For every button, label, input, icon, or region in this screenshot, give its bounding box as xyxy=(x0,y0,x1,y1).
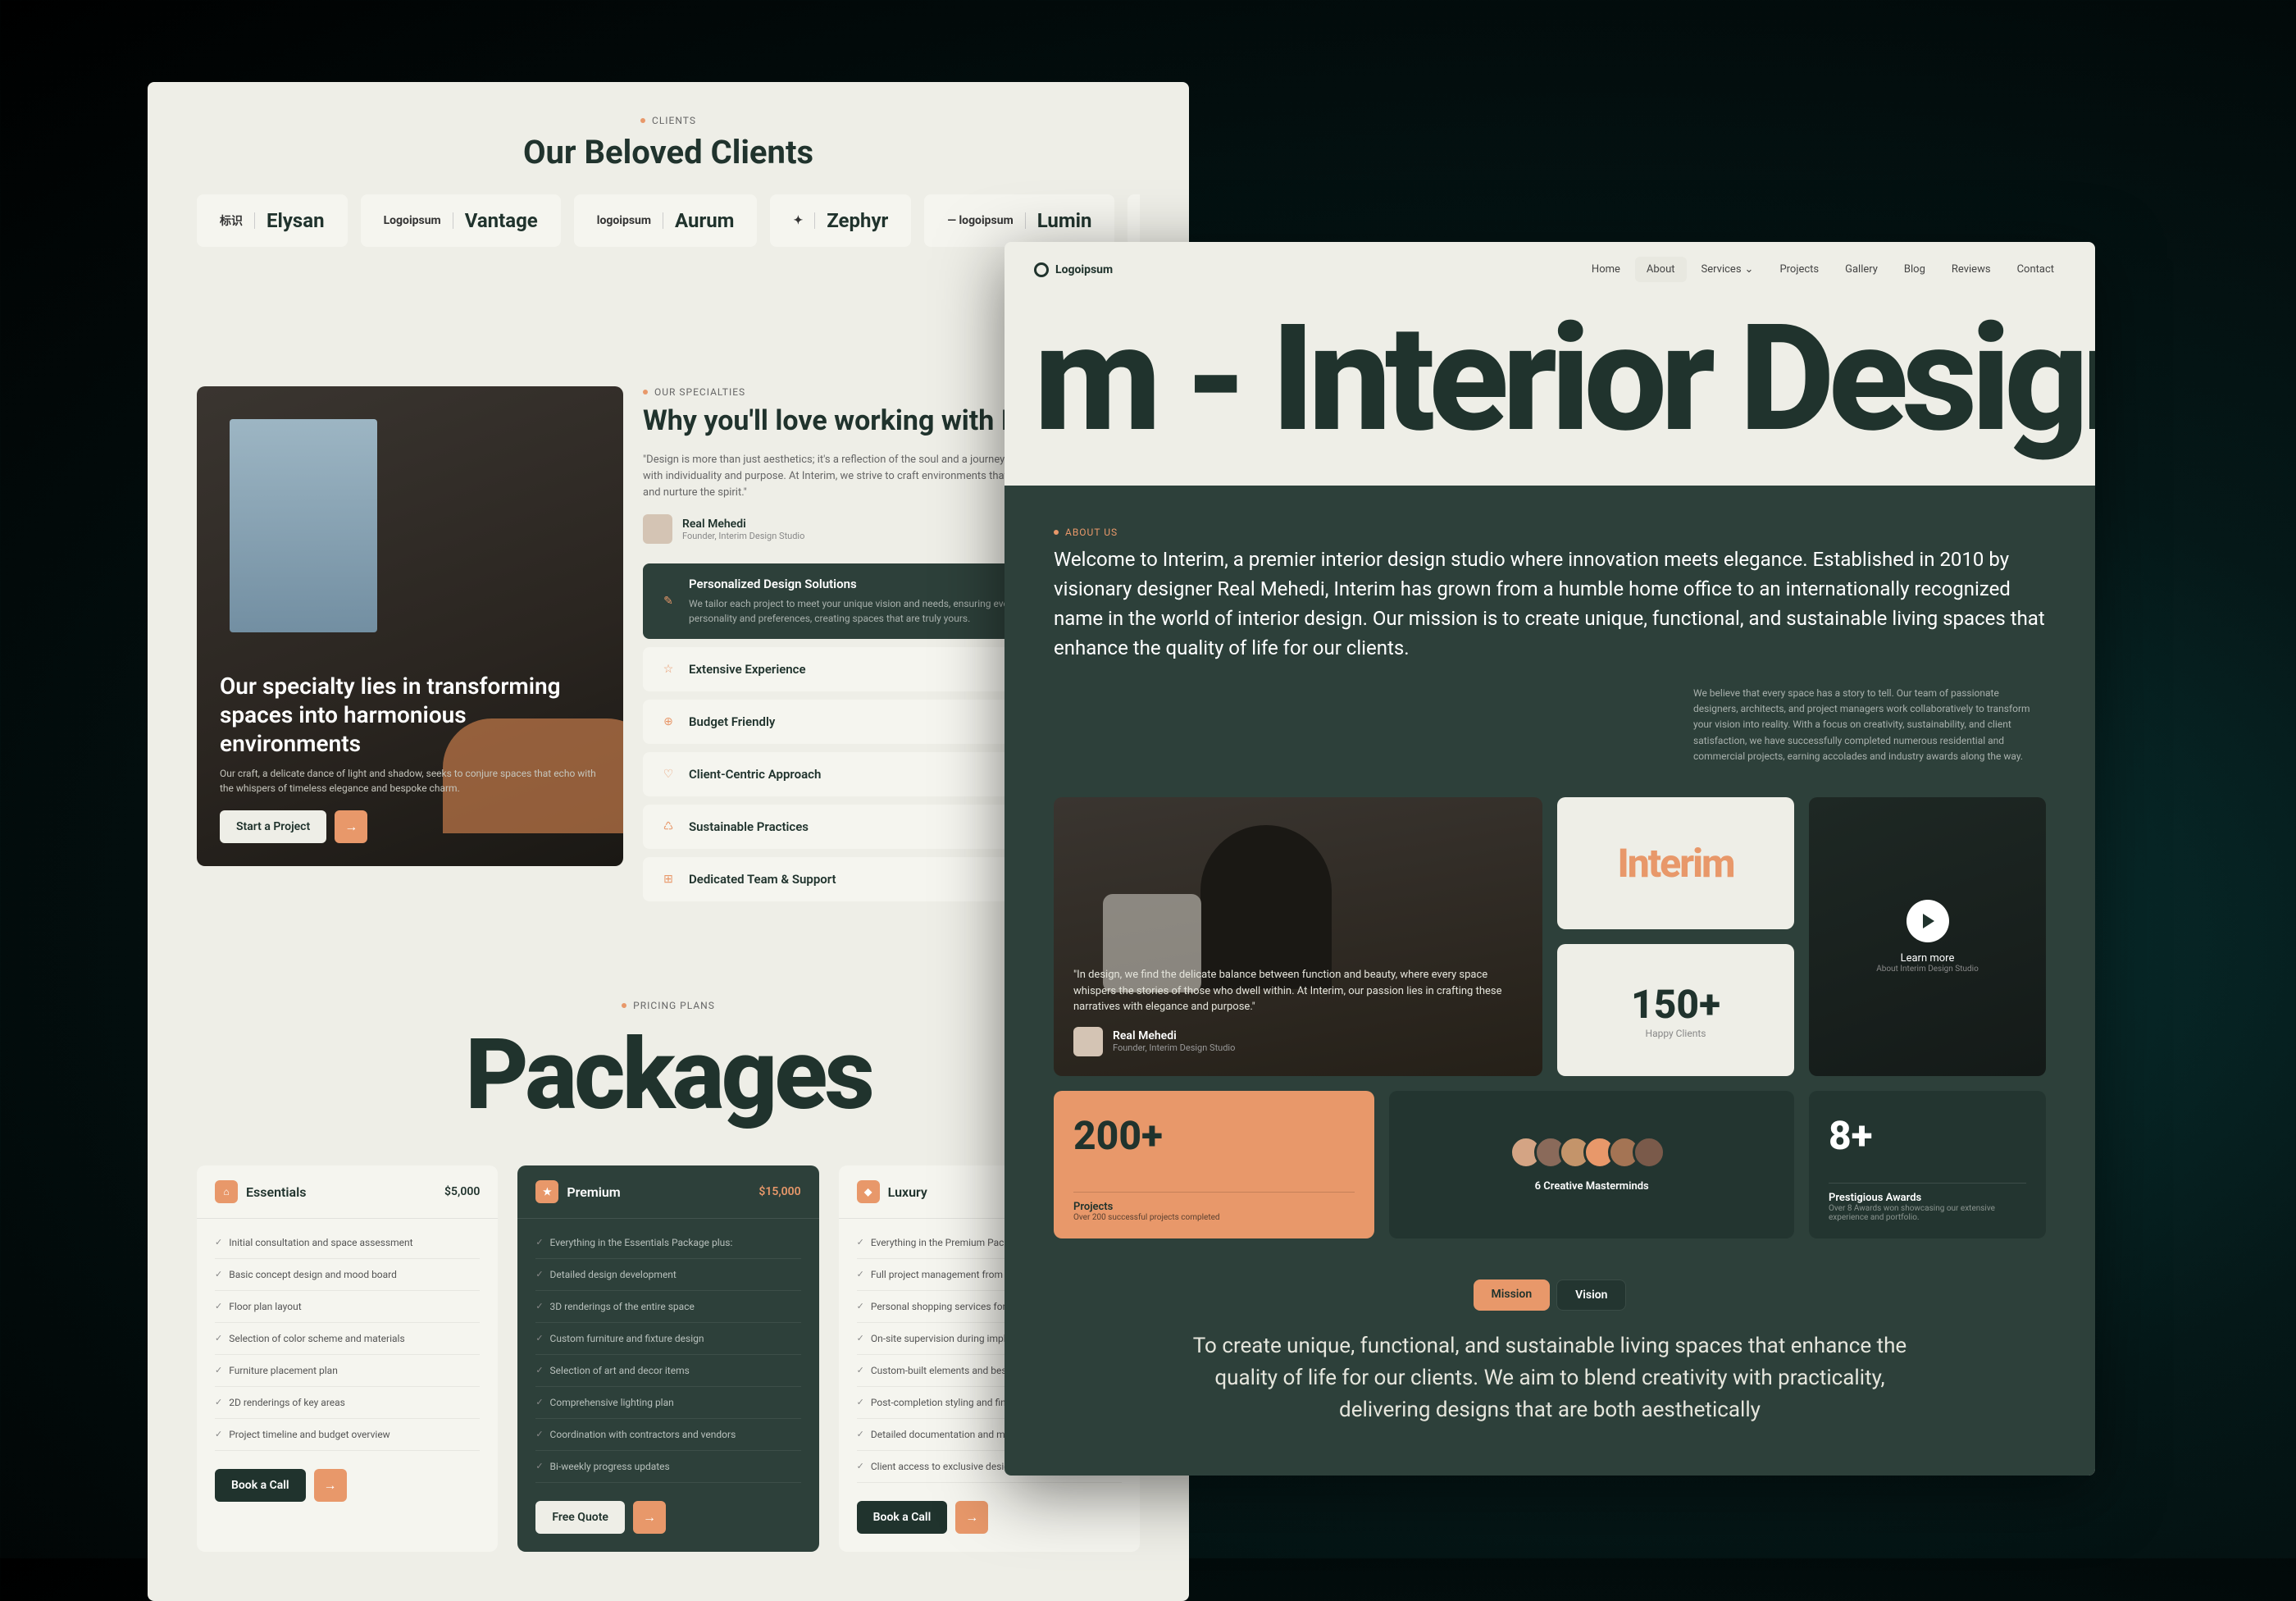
about-intro: Welcome to Interim, a premier interior d… xyxy=(1054,545,2046,663)
package-feature: Selection of art and decor items xyxy=(535,1355,800,1387)
feature-icon: ☆ xyxy=(659,660,677,678)
package-feature: Comprehensive lighting plan xyxy=(535,1387,800,1419)
nav-links: HomeAboutServices⌄ProjectsGalleryBlogRev… xyxy=(1580,257,2066,282)
about-eyebrow: ABOUT US xyxy=(1054,527,2046,538)
package-feature: Basic concept design and mood board xyxy=(215,1259,480,1291)
feature-icon: ♺ xyxy=(659,818,677,836)
founder-avatar xyxy=(643,514,672,544)
package-feature: Project timeline and budget overview xyxy=(215,1419,480,1451)
tab-vision[interactable]: Vision xyxy=(1556,1279,1626,1311)
team-avatars xyxy=(1518,1136,1665,1169)
tab-mission[interactable]: Mission xyxy=(1474,1279,1551,1311)
package-feature: Coordination with contractors and vendor… xyxy=(535,1419,800,1451)
client-item: logoipsumAurum xyxy=(574,194,758,247)
packages-grid: ⌂Essentials$5,000Initial consultation an… xyxy=(197,1165,1140,1552)
specialties-section: Our specialty lies in transforming space… xyxy=(197,386,1140,901)
stat-clients-card: 150+ Happy Clients xyxy=(1557,944,1794,1076)
quote-card: "In design, we find the delicate balance… xyxy=(1054,797,1542,1076)
client-item: 标识Elysan xyxy=(197,194,348,247)
packages-section: PRICING PLANS Packages ⌂Essentials$5,000… xyxy=(197,1000,1140,1552)
about-sub: We believe that every space has a story … xyxy=(1693,686,2046,764)
nav-link-gallery[interactable]: Gallery xyxy=(1834,257,1889,282)
nav-link-projects[interactable]: Projects xyxy=(1768,257,1830,282)
package-feature: Custom furniture and fixture design xyxy=(535,1323,800,1355)
video-card[interactable]: Learn more About Interim Design Studio xyxy=(1809,797,2046,1076)
about-section: ABOUT US Welcome to Interim, a premier i… xyxy=(1004,486,2095,1476)
clients-title: Our Beloved Clients xyxy=(197,133,1140,171)
feature-icon: ✎ xyxy=(659,592,677,610)
mission-text: To create unique, functional, and sustai… xyxy=(1181,1330,1919,1426)
package-feature: Detailed design development xyxy=(535,1259,800,1291)
clients-row: 标识ElysanLogoipsumVantagelogoipsumAurum✦Z… xyxy=(197,194,1140,247)
right-page: Logoipsum HomeAboutServices⌄ProjectsGall… xyxy=(1004,242,2095,1476)
package-feature: Initial consultation and space assessmen… xyxy=(215,1227,480,1259)
chevron-down-icon: ⌄ xyxy=(1745,263,1754,276)
package-icon: ◆ xyxy=(857,1180,880,1203)
feature-icon: ⊕ xyxy=(659,713,677,731)
stat-projects-card: 200+ ProjectsOver 200 successful project… xyxy=(1054,1091,1374,1238)
package-feature: Bi-weekly progress updates xyxy=(535,1451,800,1483)
clients-section: CLIENTS Our Beloved Clients 标识ElysanLogo… xyxy=(197,115,1140,247)
nav-logo[interactable]: Logoipsum xyxy=(1034,262,1113,277)
package-cta-button[interactable]: Book a Call xyxy=(857,1501,948,1534)
founder-avatar xyxy=(1073,1027,1103,1056)
packages-eyebrow: PRICING PLANS xyxy=(197,1000,1140,1011)
nav-link-about[interactable]: About xyxy=(1635,257,1687,282)
play-icon[interactable] xyxy=(1906,900,1949,942)
nav-link-services[interactable]: Services⌄ xyxy=(1690,257,1765,282)
package-card: ★Premium$15,000Everything in the Essenti… xyxy=(517,1165,818,1552)
clients-eyebrow: CLIENTS xyxy=(197,115,1140,126)
package-feature: Everything in the Essentials Package plu… xyxy=(535,1227,800,1259)
package-card: ⌂Essentials$5,000Initial consultation an… xyxy=(197,1165,498,1552)
arrow-icon[interactable]: → xyxy=(335,810,367,843)
client-item: 标识E xyxy=(1128,194,1140,247)
client-item: — logoipsumLumin xyxy=(924,194,1114,247)
nav-link-reviews[interactable]: Reviews xyxy=(1940,257,2002,282)
feature-icon: ♡ xyxy=(659,765,677,783)
package-feature: Furniture placement plan xyxy=(215,1355,480,1387)
photo-subtext: Our craft, a delicate dance of light and… xyxy=(220,766,600,796)
client-item: LogoipsumVantage xyxy=(361,194,561,247)
specialty-photo-card: Our specialty lies in transforming space… xyxy=(197,386,623,866)
team-card: 6 Creative Masterminds xyxy=(1389,1091,1794,1238)
nav-link-home[interactable]: Home xyxy=(1580,257,1632,282)
packages-title: Packages xyxy=(197,1018,1140,1133)
nav-link-contact[interactable]: Contact xyxy=(2006,257,2066,282)
package-feature: 3D renderings of the entire space xyxy=(535,1291,800,1323)
feature-icon: ⊞ xyxy=(659,870,677,888)
package-cta-button[interactable]: Book a Call xyxy=(215,1469,306,1502)
package-feature: Floor plan layout xyxy=(215,1291,480,1323)
arrow-icon[interactable]: → xyxy=(955,1501,988,1534)
package-feature: 2D renderings of key areas xyxy=(215,1387,480,1419)
nav-link-blog[interactable]: Blog xyxy=(1893,257,1937,282)
mission-vision-tabs: Mission Vision xyxy=(1054,1279,2046,1311)
start-project-button[interactable]: Start a Project xyxy=(220,810,326,843)
package-icon: ★ xyxy=(535,1180,558,1203)
about-grid: "In design, we find the delicate balance… xyxy=(1054,797,2046,1238)
package-feature: Selection of color scheme and materials xyxy=(215,1323,480,1355)
stat-awards-card: 8+ Prestigious AwardsOver 8 Awards won s… xyxy=(1809,1091,2046,1238)
photo-heading: Our specialty lies in transforming space… xyxy=(220,672,600,758)
hero-text: m - Interior Design Stud xyxy=(1004,297,2095,486)
arrow-icon[interactable]: → xyxy=(314,1469,347,1502)
arrow-icon[interactable]: → xyxy=(633,1501,666,1534)
package-icon: ⌂ xyxy=(215,1180,238,1203)
top-nav: Logoipsum HomeAboutServices⌄ProjectsGall… xyxy=(1004,242,2095,297)
package-cta-button[interactable]: Free Quote xyxy=(535,1501,625,1534)
brand-card: Interim xyxy=(1557,797,1794,929)
client-item: ✦Zephyr xyxy=(770,194,911,247)
